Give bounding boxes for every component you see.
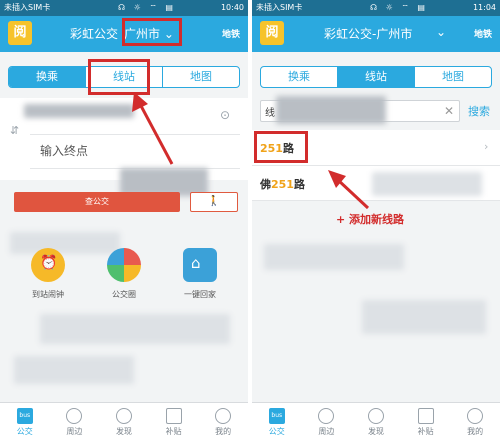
yen-icon — [417, 408, 434, 424]
bottom-tab-label: 周边 — [318, 427, 335, 436]
phone-screen-right: 未插入SIM卡 ☊ ☼ ⌔ ▤ 11:04 阅 彩虹公交-广州市 ⌄ 地铁 换乘… — [252, 0, 500, 442]
yen-icon — [165, 408, 182, 424]
bottom-tab-bus[interactable]: bus 公交 — [252, 403, 302, 442]
location-pin-icon — [318, 408, 335, 424]
bottom-tab-discover[interactable]: 发现 — [351, 403, 401, 442]
bottom-tab-mine[interactable]: 我的 — [450, 403, 500, 442]
bottom-tab-label: 周边 — [66, 427, 83, 436]
user-icon — [215, 408, 232, 424]
bottom-tab-subsidy[interactable]: 补贴 — [401, 403, 451, 442]
composite-screenshot: 未插入SIM卡 ☊ ☼ ⌔ ▤ 10:40 阅 彩虹公交 广州市 ⌄ 地铁 换乘… — [0, 0, 500, 442]
bottom-tab-bus[interactable]: bus 公交 — [0, 403, 50, 442]
bottom-tab-label: 发现 — [367, 427, 384, 436]
phone-screen-left: 未插入SIM卡 ☊ ☼ ⌔ ▤ 10:40 阅 彩虹公交 广州市 ⌄ 地铁 换乘… — [0, 0, 248, 442]
arrow-annotation — [132, 92, 174, 165]
bottom-tab-nearby[interactable]: 周边 — [302, 403, 352, 442]
bottom-tab-discover[interactable]: 发现 — [99, 403, 149, 442]
bottom-tab-label: 公交 — [268, 427, 285, 436]
bottom-tab-mine[interactable]: 我的 — [198, 403, 248, 442]
compass-icon — [115, 408, 132, 424]
bottom-tab-label: 我的 — [215, 427, 232, 436]
blurred-region — [264, 244, 404, 270]
bottom-tab-label: 发现 — [115, 427, 132, 436]
bottom-tab-label: 补贴 — [165, 427, 182, 436]
user-icon — [467, 408, 484, 424]
compass-icon — [367, 408, 384, 424]
bottom-tab-bar: bus 公交 周边 发现 补贴 我的 — [0, 402, 248, 442]
blurred-region — [362, 300, 486, 334]
arrow-annotation — [328, 170, 370, 210]
bottom-tab-label: 补贴 — [417, 427, 434, 436]
bus-icon: bus — [268, 408, 285, 424]
bottom-tab-label: 公交 — [16, 427, 33, 436]
bus-icon: bus — [16, 408, 33, 424]
location-pin-icon — [66, 408, 83, 424]
bottom-tab-nearby[interactable]: 周边 — [50, 403, 100, 442]
bottom-tab-label: 我的 — [467, 427, 484, 436]
bottom-tab-subsidy[interactable]: 补贴 — [149, 403, 199, 442]
bottom-tab-bar: bus 公交 周边 发现 补贴 我的 — [252, 402, 500, 442]
